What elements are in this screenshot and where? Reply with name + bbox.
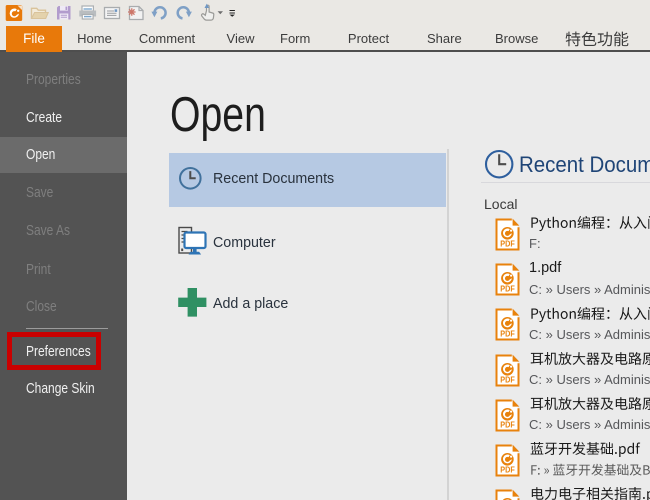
- svg-text:PDF: PDF: [500, 240, 515, 249]
- svg-text:PDF: PDF: [500, 330, 515, 339]
- svg-text:PDF: PDF: [500, 466, 515, 475]
- svg-text:PDF: PDF: [500, 375, 515, 384]
- svg-text:PDF: PDF: [500, 285, 515, 294]
- svg-text:PDF: PDF: [500, 420, 515, 429]
